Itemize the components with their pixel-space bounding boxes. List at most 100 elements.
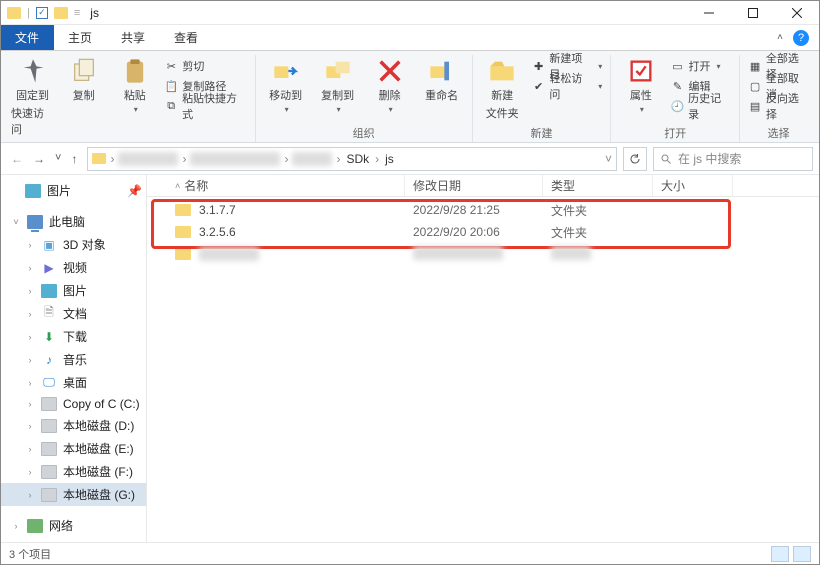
link-icon: ⧉: [164, 99, 178, 113]
tree-3d[interactable]: ›▣3D 对象: [1, 233, 146, 256]
easy-access-button[interactable]: ✔ 轻松访问 ▾: [530, 77, 605, 95]
chevron-down-icon: ▾: [337, 105, 341, 114]
disk-icon: [41, 488, 57, 502]
column-size[interactable]: 大小: [653, 175, 733, 196]
qat-checkbox[interactable]: ✓: [36, 7, 48, 19]
tree-disk-d[interactable]: ›本地磁盘 (D:): [1, 414, 146, 437]
download-icon: ⬇: [41, 330, 57, 344]
address-dropdown-icon[interactable]: ˅: [605, 152, 612, 166]
ribbon-group-select: ▦ 全部选择 ▢ 全部取消 ▤ 反向选择 选择: [740, 55, 817, 142]
table-row[interactable]: [147, 243, 819, 265]
move-to-button[interactable]: 移动到 ▾: [262, 55, 310, 123]
video-icon: ▶: [41, 261, 57, 275]
expand-icon[interactable]: ˅: [11, 217, 21, 227]
refresh-button[interactable]: [623, 147, 647, 171]
chevron-down-icon: ▾: [716, 62, 720, 71]
ribbon-group-open: 属性 ▾ ▭ 打开 ▾ ✎ 编辑 🕘 历史记录 打开: [611, 55, 740, 142]
table-row[interactable]: 3.1.7.7 2022/9/28 21:25 文件夹: [147, 199, 819, 221]
qat-sep2: ≡: [74, 7, 80, 19]
breadcrumb-js[interactable]: js: [383, 152, 396, 166]
expand-icon[interactable]: ›: [11, 521, 21, 531]
tree-disk-c[interactable]: ›Copy of C (C:): [1, 394, 146, 414]
invsel-icon: ▤: [748, 99, 762, 113]
folder-icon: [175, 204, 191, 216]
tab-home[interactable]: 主页: [54, 25, 107, 50]
edit-icon: ✎: [670, 79, 684, 93]
pin-icon: 📌: [127, 184, 142, 198]
pin-to-quick-access-button[interactable]: 固定到 快速访问: [9, 55, 56, 139]
new-folder-button[interactable]: 新建 文件夹: [479, 55, 526, 123]
tree-documents[interactable]: ›🗎文档: [1, 302, 146, 325]
properties-button[interactable]: 属性 ▾: [617, 55, 664, 123]
close-button[interactable]: [775, 1, 819, 25]
nav-up-button[interactable]: ˅: [55, 152, 61, 166]
minimize-ribbon-icon[interactable]: ˄: [777, 32, 783, 43]
tree-pictures[interactable]: 图片 📌: [1, 179, 146, 202]
tree-network[interactable]: › 网络: [1, 514, 146, 537]
copy-button[interactable]: 复制: [60, 55, 107, 139]
paste-button[interactable]: 粘贴 ▾: [111, 55, 158, 139]
table-row[interactable]: 3.2.5.6 2022/9/20 20:06 文件夹: [147, 221, 819, 243]
cut-button[interactable]: ✂ 剪切: [162, 57, 248, 75]
chevron-down-icon: ▾: [389, 105, 393, 114]
tree-disk-f[interactable]: ›本地磁盘 (F:): [1, 460, 146, 483]
cube-icon: ▣: [41, 238, 57, 252]
search-placeholder: 在 js 中搜索: [678, 150, 741, 167]
nav-back-button[interactable]: ←: [11, 152, 23, 166]
delete-button[interactable]: 删除 ▾: [366, 55, 414, 123]
history-button[interactable]: 🕘 历史记录: [668, 97, 733, 115]
qat-folder-icon: [54, 7, 68, 19]
nav-parent-button[interactable]: ↑: [71, 152, 77, 166]
view-large-button[interactable]: [793, 546, 811, 562]
disk-icon: [41, 397, 57, 411]
maximize-button[interactable]: [731, 1, 775, 25]
open-button[interactable]: ▭ 打开 ▾: [668, 57, 733, 75]
nav-forward-button[interactable]: →: [33, 152, 45, 166]
breadcrumb-sdk[interactable]: SDk: [344, 152, 371, 166]
app-folder-icon: [7, 7, 21, 19]
rename-button[interactable]: 重命名: [418, 55, 466, 123]
tree-downloads[interactable]: ›⬇下载: [1, 325, 146, 348]
chevron-down-icon: ▾: [134, 105, 138, 114]
copy-to-button[interactable]: 复制到 ▾: [314, 55, 362, 123]
tree-pictures2[interactable]: ›图片: [1, 279, 146, 302]
search-input[interactable]: 在 js 中搜索: [653, 147, 813, 171]
tree-disk-e[interactable]: ›本地磁盘 (E:): [1, 437, 146, 460]
tree-videos[interactable]: ›▶视频: [1, 256, 146, 279]
chevron-down-icon: ▾: [285, 105, 289, 114]
tree-music[interactable]: ›♪音乐: [1, 348, 146, 371]
paste-shortcut-button[interactable]: ⧉ 粘贴快捷方式: [162, 97, 248, 115]
folder-icon: [175, 248, 191, 260]
tab-view[interactable]: 查看: [160, 25, 213, 50]
desktop-icon: 🖵: [41, 376, 57, 390]
status-bar: 3 个项目: [1, 542, 819, 564]
address-bar[interactable]: › › › › SDk › js ˅: [87, 147, 617, 171]
tree-desktop[interactable]: ›🖵桌面: [1, 371, 146, 394]
chevron-down-icon: ▾: [640, 105, 644, 114]
tree-disk-g[interactable]: ›本地磁盘 (G:): [1, 483, 146, 506]
invert-selection-button[interactable]: ▤ 反向选择: [746, 97, 811, 115]
sort-indicator-icon: ˄: [175, 181, 180, 191]
open-icon: ▭: [670, 59, 684, 73]
chevron-down-icon: ▾: [598, 62, 602, 71]
ribbon-group-organize: 移动到 ▾ 复制到 ▾ 删除 ▾ 重命名 组织: [256, 55, 473, 142]
help-icon[interactable]: ?: [793, 30, 809, 46]
minimize-button[interactable]: [687, 1, 731, 25]
view-details-button[interactable]: [771, 546, 789, 562]
disk-icon: [41, 442, 57, 456]
address-folder-icon: [92, 153, 106, 164]
history-icon: 🕘: [670, 99, 684, 113]
chevron-down-icon: ▾: [598, 82, 602, 91]
column-name[interactable]: ˄ 名称: [147, 175, 405, 196]
file-list: ˄ 名称 修改日期 类型 大小 3.1.7.7 2022/9/28 21:25 …: [147, 175, 819, 542]
column-date[interactable]: 修改日期: [405, 175, 543, 196]
tab-share[interactable]: 共享: [107, 25, 160, 50]
pictures-icon: [25, 184, 41, 198]
folder-icon: [175, 226, 191, 238]
column-type[interactable]: 类型: [543, 175, 653, 196]
tab-file[interactable]: 文件: [1, 25, 54, 50]
tree-thispc[interactable]: ˅ 此电脑: [1, 210, 146, 233]
navigation-tree[interactable]: 图片 📌 ˅ 此电脑 ›▣3D 对象 ›▶视频 ›图片 ›🗎文档 ›⬇下载 ›♪…: [1, 175, 147, 542]
address-row: ← → ˅ ↑ › › › › SDk › js ˅ 在 js 中搜索: [1, 143, 819, 175]
selectnone-icon: ▢: [748, 79, 762, 93]
